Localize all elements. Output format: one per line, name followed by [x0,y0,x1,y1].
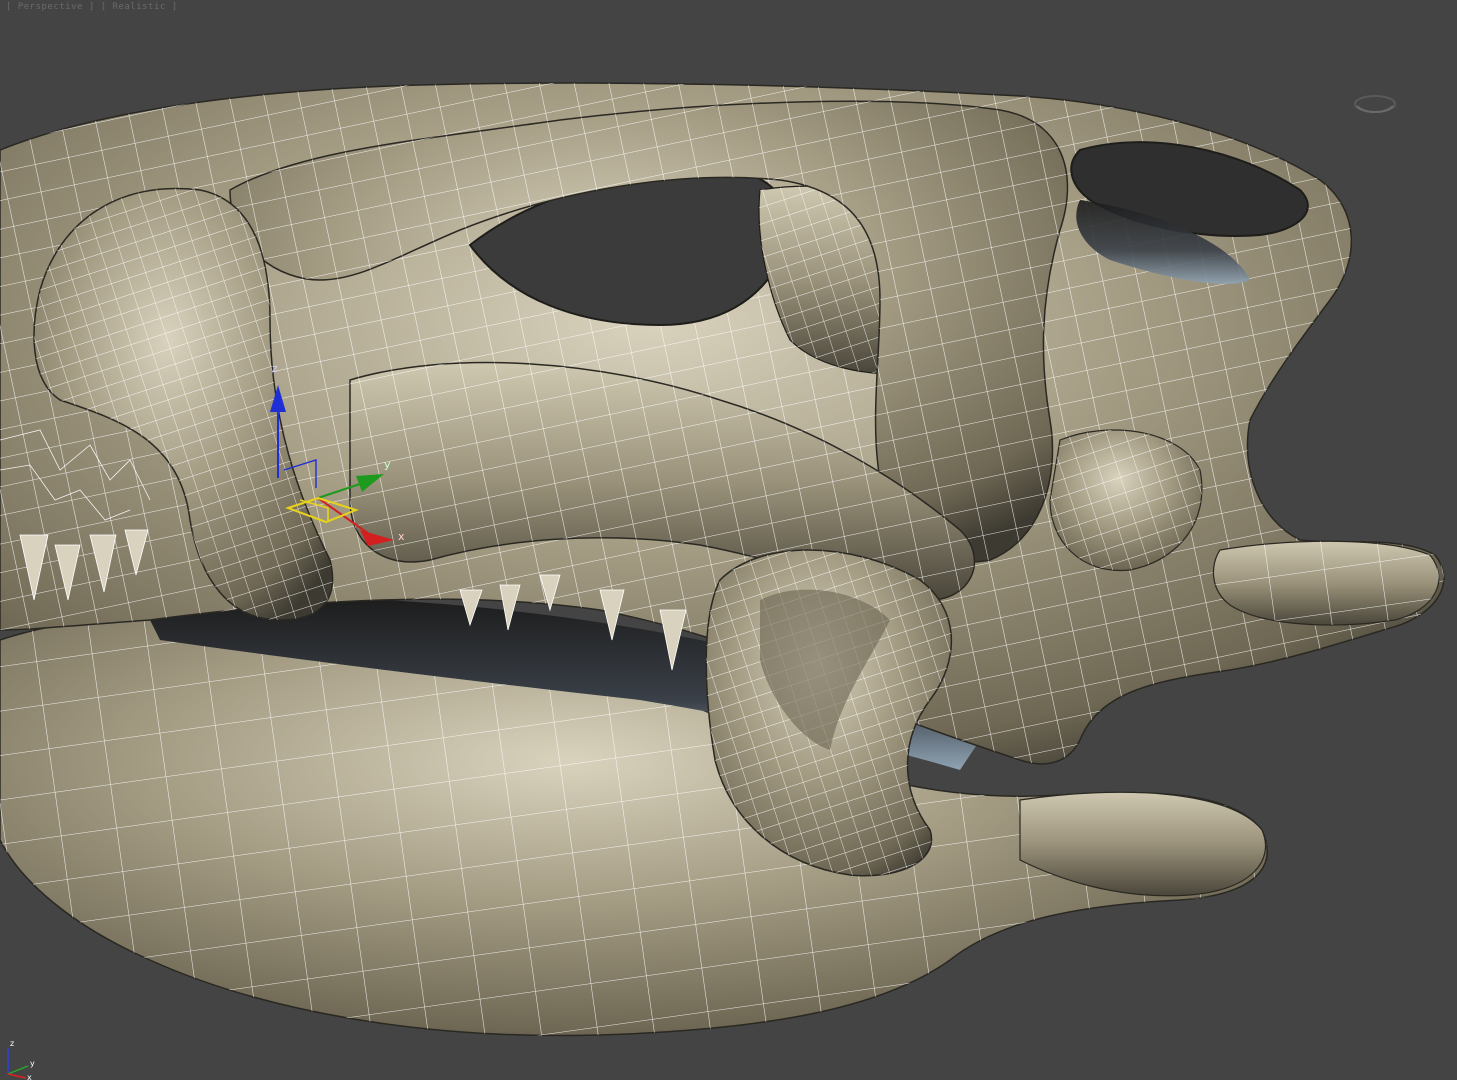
skull-model[interactable]: z y x [0,0,1457,1080]
3d-viewport[interactable]: [ Perspective ] [ Realistic ] z y x z y … [0,0,1457,1080]
world-y-label: y [30,1059,35,1068]
gizmo-z-label: z [272,362,278,375]
gizmo-x-label: x [398,530,405,543]
world-x-label: x [27,1073,32,1080]
viewcube-icon[interactable] [1353,88,1397,118]
gizmo-y-label: y [384,458,391,471]
world-z-label: z [10,1039,14,1048]
world-axis-tripod: z y x [7,1039,35,1080]
